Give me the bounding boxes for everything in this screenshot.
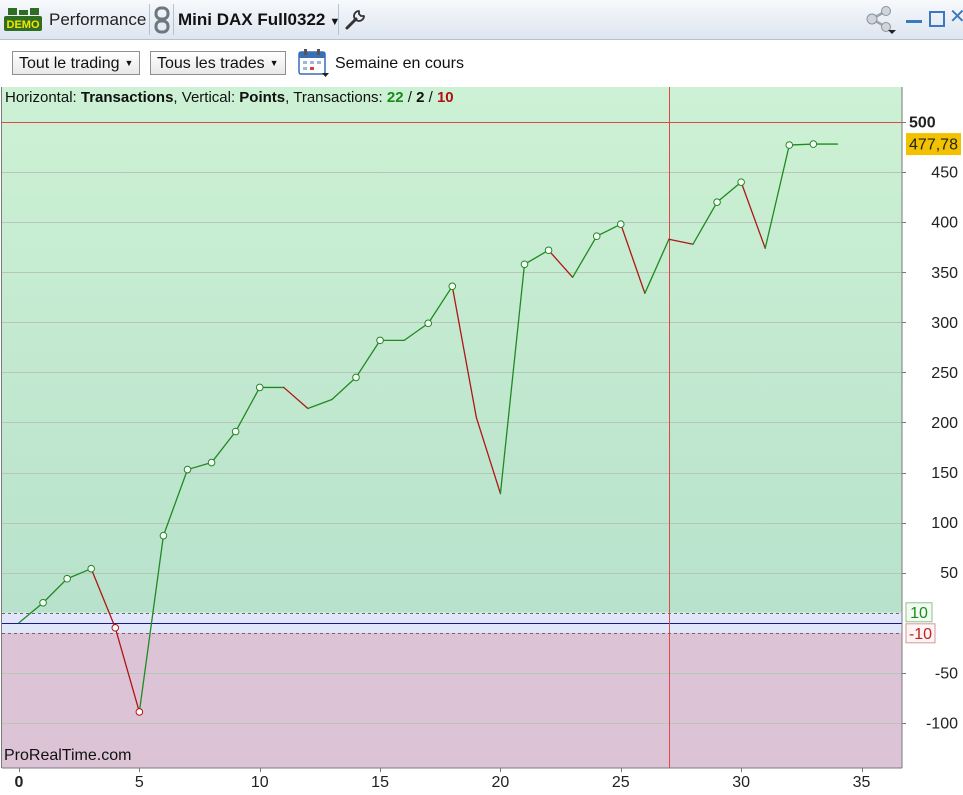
- title-separator: [149, 4, 150, 35]
- minimize-icon[interactable]: [906, 20, 922, 23]
- trade-marker: [39, 598, 47, 607]
- x-tick-label: 0: [15, 774, 24, 791]
- trade-marker: [616, 220, 625, 229]
- x-tick-label: 15: [371, 774, 389, 791]
- x-axis-panel: [0, 768, 963, 795]
- chevron-down-icon: ▼: [269, 58, 279, 68]
- maximize-icon[interactable]: [929, 11, 945, 27]
- positive-zone: [2, 87, 902, 613]
- title-separator: [173, 4, 174, 35]
- negative-zone: [2, 632, 902, 768]
- neutral-count: 2: [416, 89, 425, 106]
- vertical-label: Vertical:: [181, 89, 236, 106]
- scope-dropdown[interactable]: Tout le trading ▼: [12, 51, 141, 75]
- losing-count: 10: [436, 89, 454, 106]
- trade-marker: [207, 458, 216, 467]
- y-tick-label: 500: [909, 115, 936, 132]
- horizontal-value: Transactions: [80, 89, 174, 106]
- transactions-label: Transactions:: [293, 89, 383, 106]
- neutral-band: [2, 612, 902, 633]
- chart-header: Horizontal: Transactions, Vertical: Poin…: [5, 89, 454, 106]
- trade-marker: [159, 531, 168, 540]
- title-bar: DEMO Performance Mini DAX Full0322 ▼ ✕: [0, 0, 963, 40]
- y-tick-label: 50: [940, 565, 958, 582]
- scope-dropdown-label: Tout le trading: [19, 55, 120, 72]
- trade-marker: [713, 198, 721, 206]
- trade-marker: [448, 282, 457, 291]
- trade-marker: [231, 427, 240, 436]
- watermark: ProRealTime.com: [4, 747, 132, 764]
- trade-marker: [352, 373, 360, 382]
- demo-badge-icon: DEMO: [4, 8, 42, 31]
- vertical-value: Points: [239, 89, 286, 106]
- trade-marker: [87, 564, 96, 573]
- instrument-selector[interactable]: Mini DAX Full0322 ▼: [178, 10, 340, 30]
- x-tick-label: 5: [135, 774, 144, 791]
- y-tick-label: -50: [935, 665, 958, 682]
- x-tick-label: 25: [612, 774, 630, 791]
- y-tick-label: 350: [931, 265, 958, 282]
- title-separator: [338, 4, 339, 35]
- calendar-icon[interactable]: [298, 48, 330, 78]
- y-tick-label: 150: [931, 465, 958, 482]
- x-tick-label: 20: [492, 774, 510, 791]
- demo-badge-text: DEMO: [7, 19, 40, 31]
- band-lower-label: -10: [909, 626, 932, 643]
- x-tick-label: 10: [251, 774, 269, 791]
- equity-chart[interactable]: -100 -50 50 100 150 200 250 300 350 400 450 500 0 5 1…: [0, 86, 963, 795]
- winning-count: 22: [386, 89, 404, 106]
- y-tick-label: 300: [931, 315, 958, 332]
- last-value-label: 477,78: [909, 137, 958, 154]
- y-tick-label: -100: [926, 715, 958, 732]
- trade-marker: [592, 232, 601, 241]
- trade-marker: [520, 260, 529, 269]
- period-label: Semaine en cours: [335, 55, 464, 72]
- trade-marker: [63, 574, 71, 583]
- trade-marker: [785, 141, 794, 149]
- band-upper-label: 10: [910, 605, 928, 622]
- y-tick-label: 450: [931, 165, 958, 182]
- y-tick-label: 400: [931, 215, 958, 232]
- horizontal-label: Horizontal:: [5, 89, 77, 106]
- y-tick-label: 250: [931, 365, 958, 382]
- trade-marker: [544, 246, 553, 255]
- wrench-icon[interactable]: [344, 9, 366, 31]
- close-icon[interactable]: ✕: [949, 6, 963, 28]
- trade-marker: [809, 140, 818, 148]
- trade-marker: [424, 319, 433, 328]
- trades-dropdown-label: Tous les trades: [157, 55, 265, 72]
- filter-toolbar: Tout le trading ▼ Tous les trades ▼ Semain…: [0, 40, 963, 86]
- instrument-label: Mini DAX Full0322: [178, 10, 326, 29]
- chevron-down-icon: ▼: [124, 58, 134, 68]
- trade-marker: [376, 336, 384, 345]
- trades-dropdown[interactable]: Tous les trades ▼: [150, 51, 286, 75]
- trade-marker: [255, 383, 264, 392]
- link-chain-icon[interactable]: [153, 6, 171, 34]
- window-title: Performance: [49, 10, 147, 29]
- x-tick-label: 35: [853, 774, 871, 791]
- share-icon[interactable]: [864, 6, 900, 34]
- trade-marker: [111, 623, 120, 632]
- trade-marker: [183, 465, 192, 474]
- x-tick-label: 30: [732, 774, 750, 791]
- y-tick-label: 100: [931, 515, 958, 532]
- trade-marker: [737, 178, 745, 186]
- y-tick-label: 200: [931, 415, 958, 432]
- trade-marker: [135, 708, 144, 716]
